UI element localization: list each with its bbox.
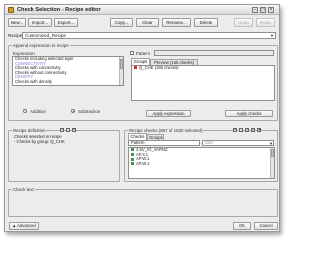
- check-text-group: Check text: [8, 187, 278, 217]
- addition-radio[interactable]: [23, 109, 27, 113]
- scrollbar-thumb[interactable]: [120, 59, 123, 69]
- ok-button[interactable]: OK: [233, 222, 251, 230]
- scrollbar-thumb[interactable]: [271, 149, 274, 157]
- advanced-label: Advanced: [17, 223, 36, 228]
- recipe-checks-group: Recipe checks (857 of 1630 selected) + -…: [124, 128, 278, 182]
- rename-button[interactable]: Rename...: [162, 18, 191, 27]
- collapse-icon[interactable]: -: [239, 128, 243, 132]
- chevron-down-icon[interactable]: ▼: [270, 34, 274, 38]
- close-icon[interactable]: ×: [268, 7, 274, 13]
- apply-checks-button[interactable]: Apply checks: [225, 110, 273, 117]
- window-title: Check Selection - Recipe editor: [17, 7, 101, 13]
- list-item[interactable]: Checks with density: [13, 79, 123, 85]
- filter-icon[interactable]: ▼: [257, 128, 261, 132]
- new-button[interactable]: New...: [8, 18, 26, 27]
- list-item[interactable]: - Checks by group: Q_CHK: [12, 139, 117, 145]
- import-button[interactable]: Import...: [28, 18, 52, 27]
- group-label: Q_CHK (155 checks): [139, 65, 179, 70]
- export-button[interactable]: Export...: [54, 18, 78, 27]
- clear-button[interactable]: Clear: [136, 18, 159, 27]
- triangle-up-icon: ▲: [12, 223, 17, 228]
- recipe-editor-window: Check Selection - Recipe editor – □ × Ne…: [4, 4, 280, 232]
- advanced-button[interactable]: ▲ Advanced: [9, 222, 39, 230]
- expression-scrollbar[interactable]: [119, 57, 123, 85]
- toolbar: New... Import... Export... Copy... Clear…: [8, 18, 276, 28]
- check-text-area[interactable]: [12, 194, 274, 213]
- select-all-icon[interactable]: ✓: [245, 128, 249, 132]
- tab-checks[interactable]: Checks: [128, 133, 147, 140]
- recipe-definition-group: Recipe definition + - ✎ Checks selected …: [8, 128, 120, 182]
- group-status-icon: [134, 66, 137, 70]
- pattern-input[interactable]: [154, 50, 274, 56]
- pattern-filter-input[interactable]: Pattern: [128, 140, 200, 146]
- edit-icon[interactable]: ✎: [72, 128, 76, 132]
- undo-button[interactable]: Undo: [234, 18, 253, 27]
- recipe-value: Customized_Recipe: [25, 33, 67, 38]
- collapse-icon[interactable]: -: [66, 128, 70, 132]
- check-status-icon: [131, 157, 134, 161]
- expression-list[interactable]: Checks including selected layer CONNECTI…: [12, 56, 124, 86]
- subtraction-label: Subtraction: [78, 109, 101, 114]
- pattern-label: Pattern: [136, 51, 151, 56]
- cancel-button[interactable]: Cancel: [254, 222, 278, 230]
- recipe-definition-label: Recipe definition: [12, 128, 47, 133]
- delete-button[interactable]: Delete: [194, 18, 218, 27]
- append-expression-group: Append expression to recipe Expression C…: [8, 43, 278, 121]
- apply-expression-button[interactable]: Apply expression: [146, 110, 191, 117]
- sort-combobox[interactable]: Sort: [202, 140, 274, 146]
- check-status-icon: [131, 148, 134, 152]
- recipe-label: Recipe: [8, 33, 23, 38]
- list-item[interactable]: Q_CHK (155 checks): [132, 66, 274, 71]
- redo-button[interactable]: Redo: [256, 18, 275, 27]
- minimize-icon[interactable]: –: [252, 7, 258, 13]
- tab-groups[interactable]: Groups: [131, 58, 150, 65]
- check-text-label: Check text: [12, 187, 35, 192]
- subtraction-radio[interactable]: [71, 109, 75, 113]
- check-label: AP.W.1: [136, 160, 150, 166]
- app-icon: [8, 7, 14, 13]
- recipe-checks-list[interactable]: 3.9V_IO_VARNZ AP.3.1 AP.W.1 AP.W.1: [128, 147, 275, 179]
- chevron-down-icon[interactable]: ▼: [269, 141, 273, 146]
- list-item[interactable]: AP.W.1: [129, 160, 274, 167]
- check-status-icon: [131, 162, 134, 166]
- append-expression-label: Append expression to recipe: [12, 43, 70, 48]
- check-status-icon: [131, 152, 134, 156]
- recipe-selector-row: Recipe Customized_Recipe ▼: [8, 32, 276, 40]
- recipe-combobox[interactable]: Customized_Recipe ▼: [22, 32, 276, 39]
- groups-list[interactable]: Q_CHK (155 checks): [131, 65, 275, 101]
- checks-scrollbar[interactable]: [270, 148, 274, 178]
- copy-button[interactable]: Copy...: [110, 18, 133, 27]
- expand-icon[interactable]: +: [60, 128, 64, 132]
- recipe-definition-list[interactable]: Checks selected in recipe - Checks by gr…: [12, 135, 117, 179]
- pattern-checkbox[interactable]: [130, 51, 134, 55]
- deselect-icon[interactable]: ×: [251, 128, 255, 132]
- expand-icon[interactable]: +: [233, 128, 237, 132]
- maximize-icon[interactable]: □: [260, 7, 266, 13]
- title-bar: Check Selection - Recipe editor – □ ×: [5, 5, 279, 15]
- addition-label: Addition: [30, 109, 46, 114]
